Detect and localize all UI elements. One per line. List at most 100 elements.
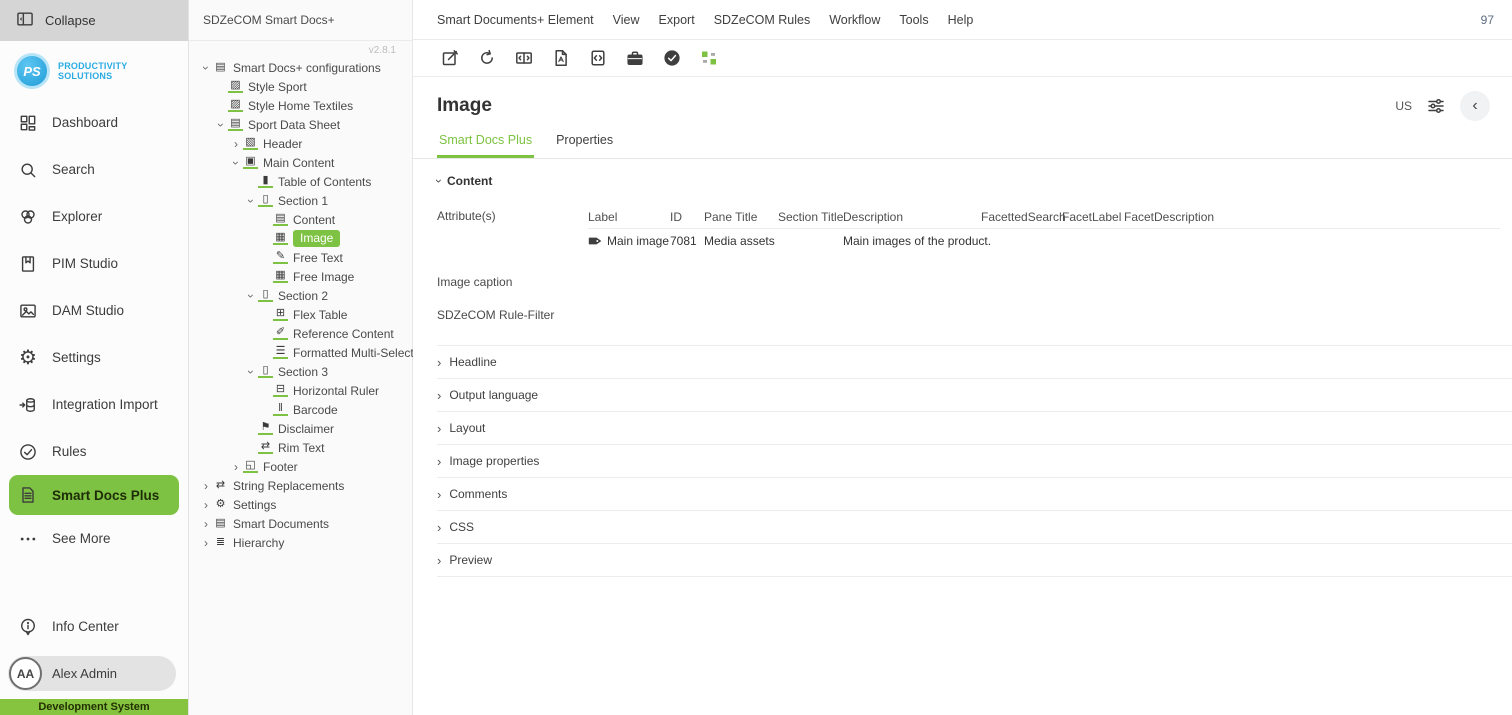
sidebar-item-info-center[interactable]: Info Center <box>0 603 188 650</box>
chevron-down-icon[interactable]: › <box>199 61 213 75</box>
tree-node-free-image[interactable]: ▦ Free Image <box>189 267 412 286</box>
menu-item-workflow[interactable]: Workflow <box>829 13 880 27</box>
accordion-preview[interactable]: › Preview <box>437 544 1512 577</box>
info-center-icon <box>17 617 39 637</box>
tree-node-header[interactable]: › ▧ Header <box>189 134 412 153</box>
tree-node-rim-text[interactable]: ⇄ Rim Text <box>189 438 412 457</box>
tree-node-label: Header <box>263 136 303 151</box>
table-row[interactable]: Main image 7081 Media assets Main images of… <box>588 229 1500 253</box>
sidebar-item-dam-studio[interactable]: DAM Studio <box>0 287 188 334</box>
sidebar-item-label: PIM Studio <box>52 256 119 271</box>
user-menu[interactable]: AA Alex Admin <box>8 656 176 691</box>
cell: Media assets <box>704 234 775 248</box>
tree-node-footer[interactable]: › ◱ Footer <box>189 457 412 476</box>
explorer-icon <box>17 207 39 227</box>
book-preview-icon[interactable] <box>514 48 534 68</box>
locale-selector[interactable]: US <box>1395 99 1412 113</box>
tab-smart-docs-plus[interactable]: Smart Docs Plus <box>437 127 535 158</box>
accordion-output-language[interactable]: › Output language <box>437 379 1512 412</box>
chevron-down-icon[interactable]: › <box>244 365 258 379</box>
tree-node-string-replacements[interactable]: › ⇄ String Replacements <box>189 476 412 495</box>
structure-icon[interactable] <box>699 48 719 68</box>
sidebar-item-rules[interactable]: Rules <box>0 428 188 475</box>
detail-content: › Content Attribute(s) Label ID Pane Title… <box>413 159 1512 715</box>
edit-icon[interactable] <box>440 48 460 68</box>
sidebar-item-see-more[interactable]: See More <box>0 515 188 562</box>
tab-properties[interactable]: Properties <box>554 127 615 158</box>
collapse-button[interactable]: Collapse <box>0 0 188 41</box>
tree-node-style-sport[interactable]: ▨ Style Sport <box>189 77 412 96</box>
tree-node-main-content[interactable]: › ▣ Main Content <box>189 153 412 172</box>
tree-node-smart-docs-configurations[interactable]: › ▤ Smart Docs+ configurations <box>189 58 412 77</box>
accordion-comments[interactable]: › Comments <box>437 478 1512 511</box>
title-controls: US ‹ <box>1395 91 1490 121</box>
tree-node-section-1[interactable]: › ▯ Section 1 <box>189 191 412 210</box>
tree-node-smart-documents[interactable]: › ▤ Smart Documents <box>189 514 412 533</box>
menu-item-view[interactable]: View <box>613 13 640 27</box>
ps-logo-badge: PS <box>14 53 50 89</box>
notification-count[interactable]: 97 <box>1481 13 1512 27</box>
collapse-detail-button[interactable]: ‹ <box>1460 91 1490 121</box>
pdf-export-icon[interactable] <box>551 48 571 68</box>
tree-node-settings[interactable]: › ⚙ Settings <box>189 495 412 514</box>
tree-node-barcode[interactable]: ‖ Barcode <box>189 400 412 419</box>
menu-item-tools[interactable]: Tools <box>899 13 928 27</box>
chevron-right-icon[interactable]: › <box>229 460 243 474</box>
chevron-right-icon[interactable]: › <box>199 479 213 493</box>
book-open-icon: ▣ <box>243 156 258 169</box>
accordion-image-properties[interactable]: › Image properties <box>437 445 1512 478</box>
tree-node-label: Formatted Multi-Select <box>293 345 414 360</box>
chevron-down-icon[interactable]: › <box>229 156 243 170</box>
tree-node-free-text[interactable]: ✎ Free Text <box>189 248 412 267</box>
sidebar-item-search[interactable]: Search <box>0 146 188 193</box>
tree-node-image[interactable]: ▦ Image <box>189 229 412 248</box>
tree-node-formatted-multi-select[interactable]: ☰ Formatted Multi-Select <box>189 343 414 362</box>
sidebar-item-dashboard[interactable]: Dashboard <box>0 99 188 146</box>
sidebar-item-label: Dashboard <box>52 115 119 130</box>
accordion-layout[interactable]: › Layout <box>437 412 1512 445</box>
menu-item-sdzecom-rules[interactable]: SDZeCOM Rules <box>714 13 811 27</box>
content-section-header[interactable]: › Content <box>413 169 1512 193</box>
tree-node-content[interactable]: ▤ Content <box>189 210 412 229</box>
hierarchy-icon: ≣ <box>215 536 226 548</box>
tree-node-sport-data-sheet[interactable]: › ▤ Sport Data Sheet <box>189 115 412 134</box>
check-circle-icon[interactable] <box>662 48 682 68</box>
tree-node-label: Settings <box>233 497 277 512</box>
chevron-down-icon[interactable]: › <box>244 289 258 303</box>
tree-node-disclaimer[interactable]: ⚑ Disclaimer <box>189 419 412 438</box>
accordion-css[interactable]: › CSS <box>437 511 1512 544</box>
tree-node-reference-content[interactable]: ✐ Reference Content <box>189 324 412 343</box>
tree-node-table-of-contents[interactable]: ▮ Table of Contents <box>189 172 412 191</box>
sidebar-item-explorer[interactable]: Explorer <box>0 193 188 240</box>
chevron-right-icon[interactable]: › <box>199 498 213 512</box>
tree-node-section-3[interactable]: › ▯ Section 3 <box>189 362 412 381</box>
tree-node-label: String Replacements <box>233 478 345 493</box>
chevron-right-icon[interactable]: › <box>229 137 243 151</box>
menu-item-smart-documents-element[interactable]: Smart Documents+ Element <box>437 13 594 27</box>
accordion-headline[interactable]: › Headline <box>437 346 1512 379</box>
image-caption-label: Image caption <box>437 275 513 289</box>
menu-item-help[interactable]: Help <box>948 13 974 27</box>
code-export-icon[interactable] <box>588 48 608 68</box>
chevron-right-icon[interactable]: › <box>199 517 213 531</box>
sidebar-item-settings[interactable]: ⚙ Settings <box>0 334 188 381</box>
pim-studio-icon <box>17 254 39 274</box>
chevron-down-icon[interactable]: › <box>214 118 228 132</box>
tree-node-hierarchy[interactable]: › ≣ Hierarchy <box>189 533 412 552</box>
filter-sliders-icon[interactable] <box>1426 96 1446 116</box>
image-icon: ▦ <box>273 232 288 245</box>
chevron-down-icon[interactable]: › <box>244 194 258 208</box>
menu-item-export[interactable]: Export <box>659 13 695 27</box>
tree-node-flex-table[interactable]: ⊞ Flex Table <box>189 305 412 324</box>
tree-node-section-2[interactable]: › ▯ Section 2 <box>189 286 412 305</box>
menu-items: Smart Documents+ Element View Export SDZeCO… <box>437 13 973 27</box>
app-sidebar: Collapse PS PRODUCTIVITY SOLUTIONS Dashb… <box>0 0 189 715</box>
tree-node-style-home-textiles[interactable]: ▨ Style Home Textiles <box>189 96 412 115</box>
sidebar-item-integration-import[interactable]: Integration Import <box>0 381 188 428</box>
sidebar-item-smart-docs-plus[interactable]: Smart Docs Plus <box>9 475 179 515</box>
tree-node-horizontal-ruler[interactable]: ⊟ Horizontal Ruler <box>189 381 412 400</box>
chevron-right-icon[interactable]: › <box>199 536 213 550</box>
sidebar-item-pim-studio[interactable]: PIM Studio <box>0 240 188 287</box>
reload-icon[interactable] <box>477 48 497 68</box>
briefcase-icon[interactable] <box>625 48 645 68</box>
